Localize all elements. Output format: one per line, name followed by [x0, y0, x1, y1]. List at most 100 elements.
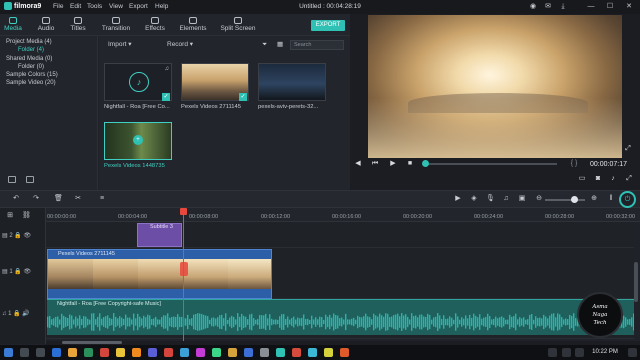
tree-shared-media[interactable]: Shared Media (0)	[6, 55, 52, 63]
link-icon[interactable]: ⛓	[22, 212, 31, 220]
account-icon[interactable]: ◉	[526, 1, 540, 13]
marker-icon[interactable]: ◈	[470, 195, 478, 203]
previous-frame-icon[interactable]: ⏮	[371, 160, 379, 168]
expand-icon[interactable]: ⤢	[625, 175, 633, 183]
close-button[interactable]: ✕	[622, 1, 636, 13]
snapshot-tl-icon[interactable]: ▣	[518, 195, 526, 203]
tab-titles[interactable]: Titles	[66, 17, 90, 35]
eye-icon[interactable]: 👁	[24, 233, 32, 239]
pause-icon[interactable]: ‖	[607, 195, 615, 203]
app-icon[interactable]	[292, 348, 301, 357]
volume-icon[interactable]: ♪	[609, 175, 617, 183]
tab-effects[interactable]: Effects	[142, 17, 168, 35]
grid-view-icon[interactable]: ▦	[277, 40, 285, 50]
record-dropdown[interactable]: Record ▾	[167, 40, 193, 50]
minimize-button[interactable]: —	[584, 1, 598, 13]
redo-icon[interactable]: ↷	[32, 195, 40, 203]
title-track-lane[interactable]	[46, 223, 634, 248]
zoom-slider-handle[interactable]	[571, 196, 578, 203]
tree-project-media[interactable]: Project Media (4)	[6, 38, 52, 46]
menu-edit[interactable]: Edit	[70, 2, 81, 12]
volume-tray-icon[interactable]	[575, 348, 584, 357]
playhead-handle[interactable]	[180, 208, 187, 215]
tab-audio[interactable]: Audio	[34, 17, 58, 35]
search-taskbar-icon[interactable]	[20, 348, 29, 357]
new-folder-icon[interactable]	[8, 176, 16, 183]
play-icon[interactable]: ▶	[389, 160, 397, 168]
timeline-vscrollbar[interactable]	[634, 262, 638, 302]
add-track-icon[interactable]: ⊞	[6, 212, 14, 220]
task-view-icon[interactable]	[36, 348, 45, 357]
notifications-icon[interactable]: ✉	[541, 1, 555, 13]
menu-tools[interactable]: Tools	[87, 2, 102, 12]
folder-icon[interactable]	[26, 176, 34, 183]
microphone-icon[interactable]: 🎙	[486, 195, 495, 203]
playback-scrubber[interactable]	[425, 163, 557, 165]
app-icon[interactable]	[180, 348, 189, 357]
app-icon[interactable]	[196, 348, 205, 357]
export-button[interactable]: EXPORT	[311, 20, 345, 31]
undo-icon[interactable]: ↶	[12, 195, 20, 203]
zoom-out-icon[interactable]: ⊖	[535, 195, 543, 203]
cut-icon[interactable]: ✂	[74, 195, 82, 203]
tray-icon[interactable]	[548, 348, 557, 357]
render-icon[interactable]: ▶	[454, 195, 462, 203]
settings-icon[interactable]: ≡	[98, 195, 106, 203]
zoom-in-icon[interactable]: ⊕	[590, 195, 598, 203]
fullscreen-icon[interactable]: ⤢	[624, 145, 632, 153]
tree-sample-video[interactable]: Sample Video (20)	[6, 79, 56, 87]
filmora-taskbar-icon[interactable]	[276, 348, 285, 357]
timeline-play-button[interactable]: ⏻	[619, 191, 636, 208]
app-icon[interactable]	[308, 348, 317, 357]
menu-view[interactable]: View	[109, 2, 123, 12]
tree-shared-folder[interactable]: Folder (0)	[18, 63, 44, 71]
tab-elements[interactable]: Elements	[178, 17, 208, 35]
notifications-tray-icon[interactable]	[628, 348, 637, 357]
media-thumb-video[interactable]	[258, 63, 326, 101]
media-thumb-video-selected[interactable]: +	[104, 122, 172, 160]
menu-export[interactable]: Export	[129, 2, 148, 12]
app-icon[interactable]	[244, 348, 253, 357]
store-icon[interactable]	[84, 348, 93, 357]
menu-help[interactable]: Help	[155, 2, 168, 12]
audio-clip[interactable]: Nightfall - Roa [Free Copyright-safe Mus…	[47, 299, 634, 335]
tab-media[interactable]: Media	[2, 17, 24, 35]
tree-folder[interactable]: Folder (4)	[18, 46, 44, 54]
file-explorer-icon[interactable]	[68, 348, 77, 357]
tab-split-screen[interactable]: Split Screen	[220, 17, 256, 35]
network-icon[interactable]	[562, 348, 571, 357]
filter-icon[interactable]: ⏷	[262, 40, 270, 50]
app-icon[interactable]	[212, 348, 221, 357]
edge-icon[interactable]	[52, 348, 61, 357]
snapshot-icon[interactable]: ◙	[594, 175, 602, 183]
app-icon[interactable]	[260, 348, 269, 357]
title-clip[interactable]: Subtitle 3	[137, 223, 182, 247]
zoom-slider[interactable]	[545, 199, 585, 201]
lock-icon[interactable]: 🔒	[14, 233, 21, 239]
download-icon[interactable]: ⤓	[556, 1, 570, 13]
tree-sample-colors[interactable]: Sample Colors (15)	[6, 71, 58, 79]
lock-icon[interactable]: 🔒	[13, 311, 20, 317]
search-input[interactable]: Search	[290, 40, 344, 50]
stop-icon[interactable]: ■	[406, 160, 414, 168]
app-icon[interactable]	[324, 348, 333, 357]
app-icon[interactable]	[340, 348, 349, 357]
app-icon[interactable]	[100, 348, 109, 357]
video-clip[interactable]: Pexels Videos 2711145	[47, 249, 272, 299]
scrubber-handle[interactable]	[422, 160, 429, 167]
vlc-icon[interactable]	[132, 348, 141, 357]
delete-icon[interactable]: 🗑	[54, 195, 63, 203]
voiceover-icon[interactable]: ♫	[502, 195, 510, 203]
step-back-icon[interactable]: ◀	[354, 160, 362, 168]
speaker-icon[interactable]: 🔊	[22, 311, 29, 317]
monitor-icon[interactable]: ▭	[578, 175, 586, 183]
add-icon[interactable]: +	[133, 135, 143, 145]
split-marker-icon[interactable]	[180, 262, 188, 276]
app-icon[interactable]	[228, 348, 237, 357]
mark-in-out[interactable]: { }	[566, 160, 582, 168]
start-icon[interactable]	[4, 348, 13, 357]
menu-file[interactable]: File	[53, 2, 63, 12]
import-dropdown[interactable]: Import ▾	[108, 40, 132, 50]
app-icon[interactable]	[148, 348, 157, 357]
app-icon[interactable]	[116, 348, 125, 357]
